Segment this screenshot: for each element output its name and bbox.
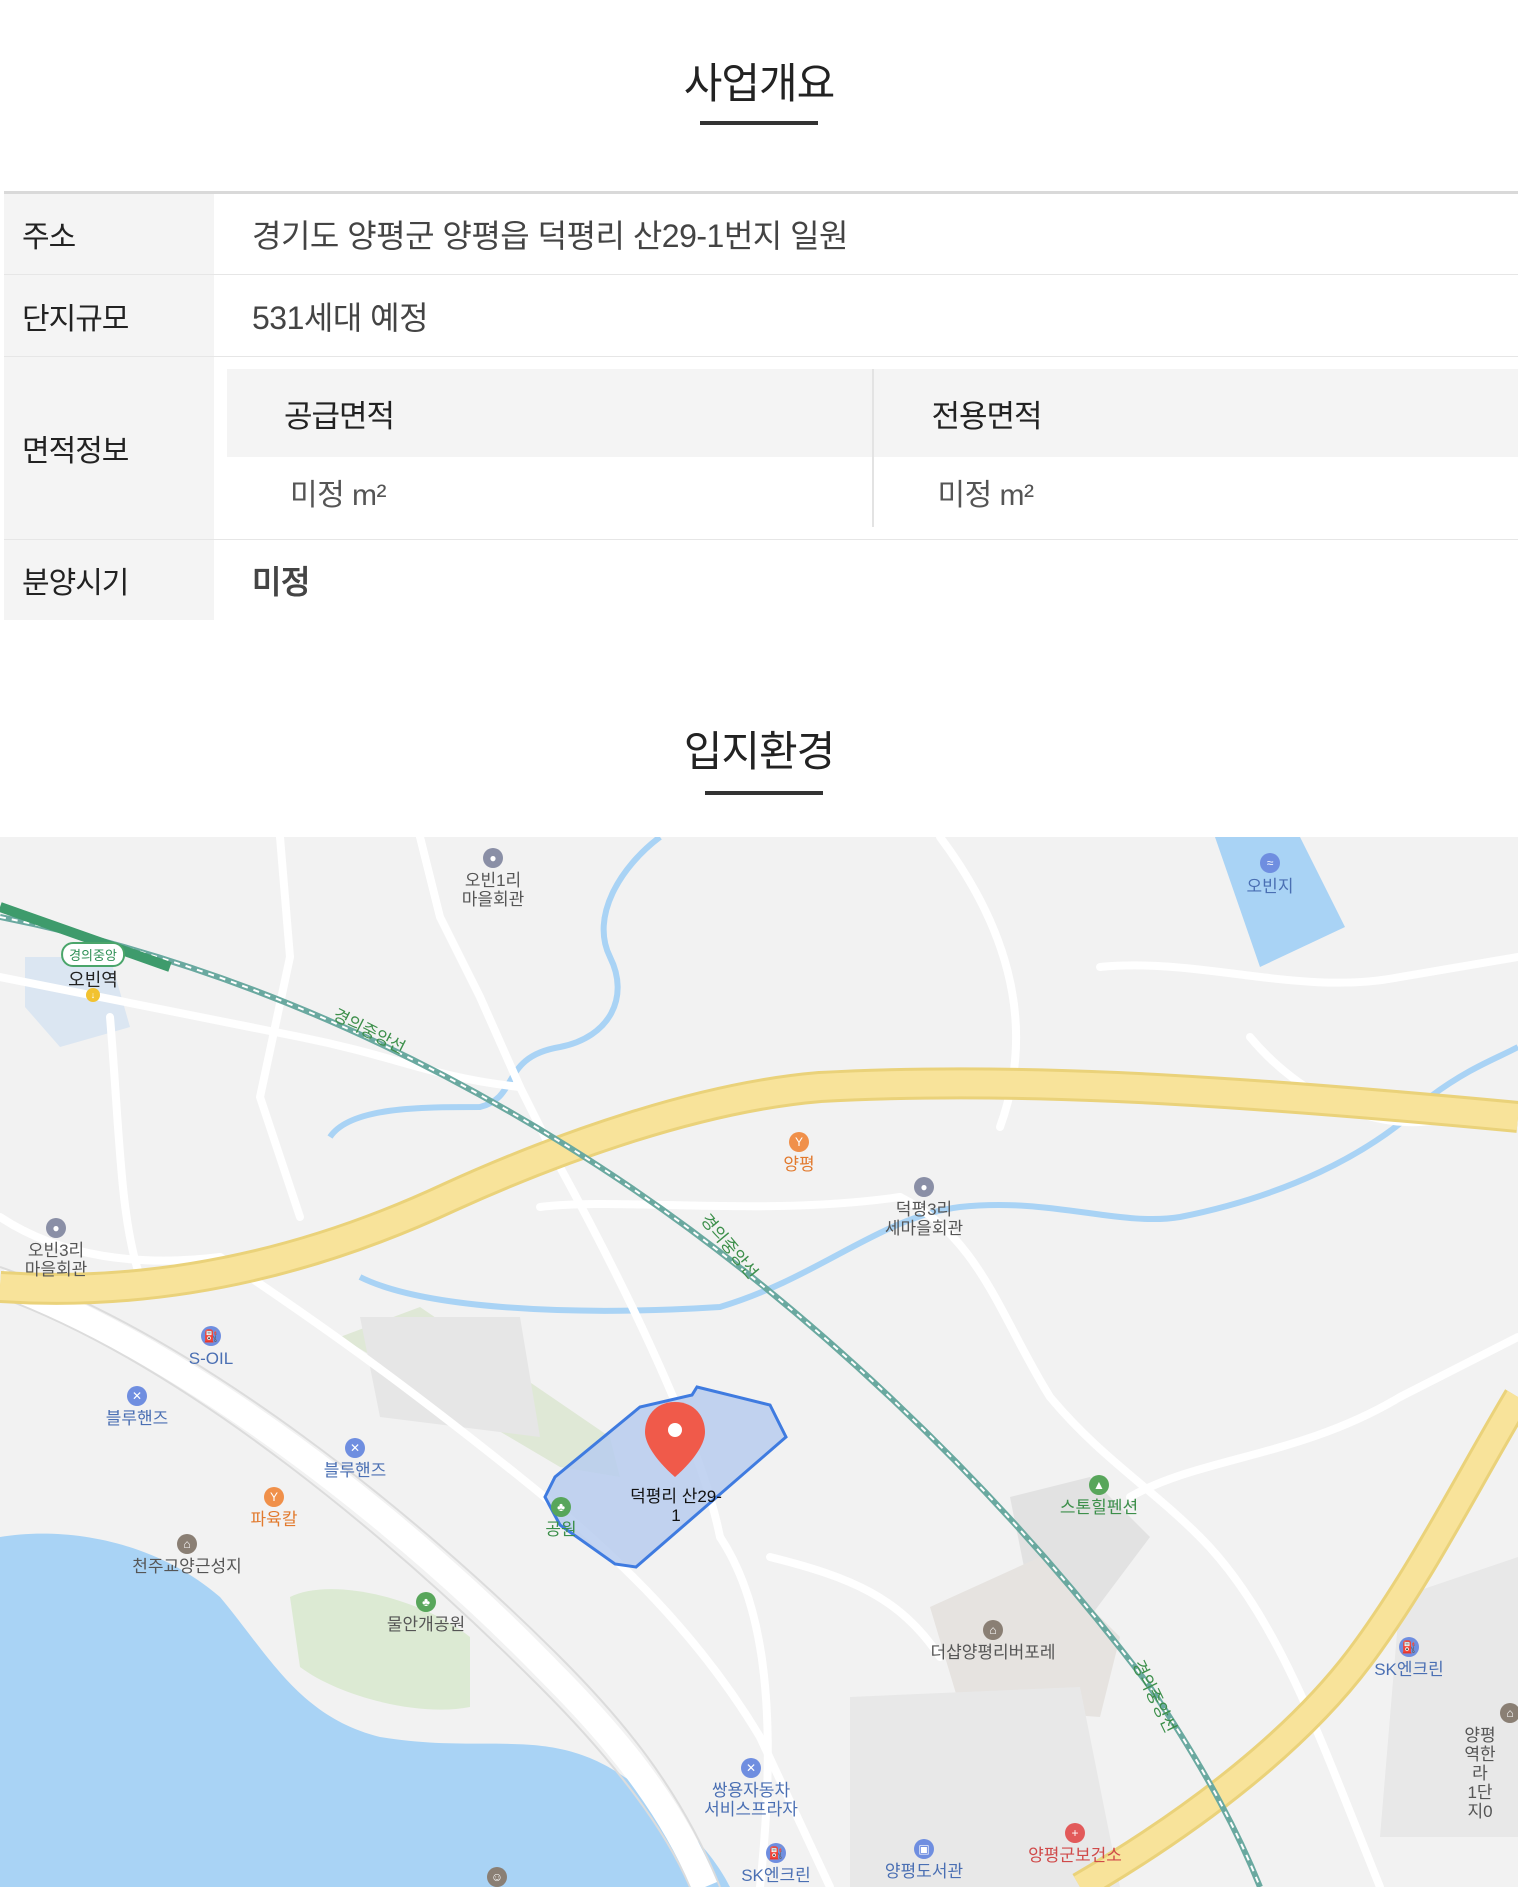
gas-station-icon-3: ⛽ — [766, 1843, 786, 1863]
camping-icon: ▲ — [1089, 1475, 1109, 1495]
location-title: 입지환경 — [683, 728, 836, 775]
repair-shop-icon-2: ✕ — [345, 1438, 365, 1458]
map-label-bluehands-1: 블루핸즈 — [105, 1409, 169, 1428]
table-row-sale: 분양시기 미정 — [4, 540, 1518, 620]
obinji-pond — [1215, 837, 1345, 967]
location-title-underline — [705, 791, 823, 795]
restaurant-icon-2: Y — [264, 1487, 284, 1507]
community-hall-icon-3: ● — [46, 1218, 66, 1238]
sale-label: 분양시기 — [4, 540, 214, 620]
table-row-address: 주소 경기도 양평군 양평읍 덕평리 산29-1번지 일원 — [4, 194, 1518, 275]
overview-table: 주소 경기도 양평군 양평읍 덕평리 산29-1번지 일원 단지규모 531세대… — [4, 191, 1518, 620]
map-label-yangpyeong: 양평 — [783, 1155, 815, 1174]
area-grid: 공급면적 미정 m² 전용면적 미정 m² — [227, 369, 1518, 527]
map-label-ssangyong: 쌍용자동차 서비스프라자 — [704, 1781, 798, 1819]
map-label-deokpyeong3: 덕평3리 세마을회관 — [884, 1200, 964, 1238]
repair-shop-icon-3: ✕ — [741, 1758, 761, 1778]
repair-shop-icon: ✕ — [127, 1386, 147, 1406]
supply-area-label: 공급면적 — [227, 369, 872, 457]
map-label-bluehands-2: 블루핸즈 — [323, 1461, 387, 1480]
mulangae-park-area — [290, 1589, 470, 1710]
hospital-icon: + — [1065, 1823, 1085, 1843]
overview-title: 사업개요 — [683, 60, 836, 107]
map-label-stonehill: 스톤힐펜션 — [1059, 1498, 1139, 1517]
map-label-soil: S-OIL — [188, 1349, 234, 1368]
exclusive-area-label: 전용면적 — [873, 369, 1518, 457]
apartment-icon: ⌂ — [983, 1620, 1003, 1640]
library-icon: ▣ — [914, 1839, 934, 1859]
map-label-obin1: 오빈1리 마을회관 — [461, 871, 525, 909]
exclusive-area-column: 전용면적 미정 m² — [873, 369, 1518, 527]
restaurant-icon: Y — [789, 1132, 809, 1152]
line-badge: 경의중앙 — [61, 942, 125, 967]
map-label-theshop: 더샵양평리버포레 — [930, 1643, 1056, 1662]
gas-station-icon: ⛽ — [201, 1326, 221, 1346]
map-label-obin3: 오빈3리 마을회관 — [24, 1241, 88, 1279]
sale-value: 미정 — [252, 564, 310, 600]
community-hall-icon: ● — [483, 848, 503, 868]
map-label-yp-hanra: 양평역한라 1단지0 — [1464, 1726, 1496, 1821]
area-label: 면적정보 — [4, 357, 214, 539]
table-row-scale: 단지규모 531세대 예정 — [4, 275, 1518, 357]
exclusive-area-value: 미정 m² — [937, 479, 1035, 512]
theater-icon: ☺ — [487, 1867, 507, 1887]
gas-station-icon-2: ⛽ — [1399, 1637, 1419, 1657]
community-hall-icon-2: ● — [914, 1177, 934, 1197]
scale-label: 단지규모 — [4, 275, 214, 356]
area-cell: 공급면적 미정 m² 전용면적 미정 m² — [214, 357, 1518, 539]
park-icon-2: ♣ — [416, 1592, 436, 1612]
location-marker-dot — [668, 1423, 682, 1437]
map-label-library: 양평도서관 — [884, 1862, 964, 1881]
apartment-icon-2: ⌂ — [1500, 1703, 1518, 1723]
supply-area-column: 공급면적 미정 m² — [227, 369, 874, 527]
scale-value: 531세대 예정 — [252, 299, 429, 336]
overview-title-underline — [700, 121, 818, 125]
map-label-obinji: 오빈지 — [1246, 877, 1294, 896]
map-label-park: 공원 — [545, 1520, 577, 1539]
map-label-sk1: SK엔크린 — [1374, 1660, 1444, 1679]
address-label: 주소 — [4, 194, 214, 274]
address-value: 경기도 양평군 양평읍 덕평리 산29-1번지 일원 — [252, 218, 848, 254]
subway-icon: ↓ — [86, 988, 100, 1002]
supply-area-value: 미정 m² — [290, 479, 387, 512]
han-river — [0, 1533, 730, 1887]
map-label-catholic: 천주교양근성지 — [132, 1557, 242, 1576]
reservoir-icon: ≈ — [1260, 853, 1280, 873]
map-label-payukkal: 파육칼 — [250, 1510, 298, 1529]
church-icon: ⌂ — [177, 1534, 197, 1554]
table-row-area: 면적정보 공급면적 미정 m² 전용면적 미정 m² — [4, 357, 1518, 540]
park-icon: ♣ — [551, 1497, 571, 1517]
map-label-health: 양평군보건소 — [1028, 1846, 1122, 1865]
map-label-sk2: SK엔크린 — [741, 1866, 811, 1885]
location-map[interactable]: ● 오빈1리 마을회관 ≈ 오빈지 경의중앙 오빈역 ↓ 경의중앙선 경의중앙선… — [0, 837, 1518, 1887]
marker-label: 덕평리 산29- 1 — [630, 1487, 722, 1525]
map-label-mulangae: 물안개공원 — [386, 1615, 466, 1634]
